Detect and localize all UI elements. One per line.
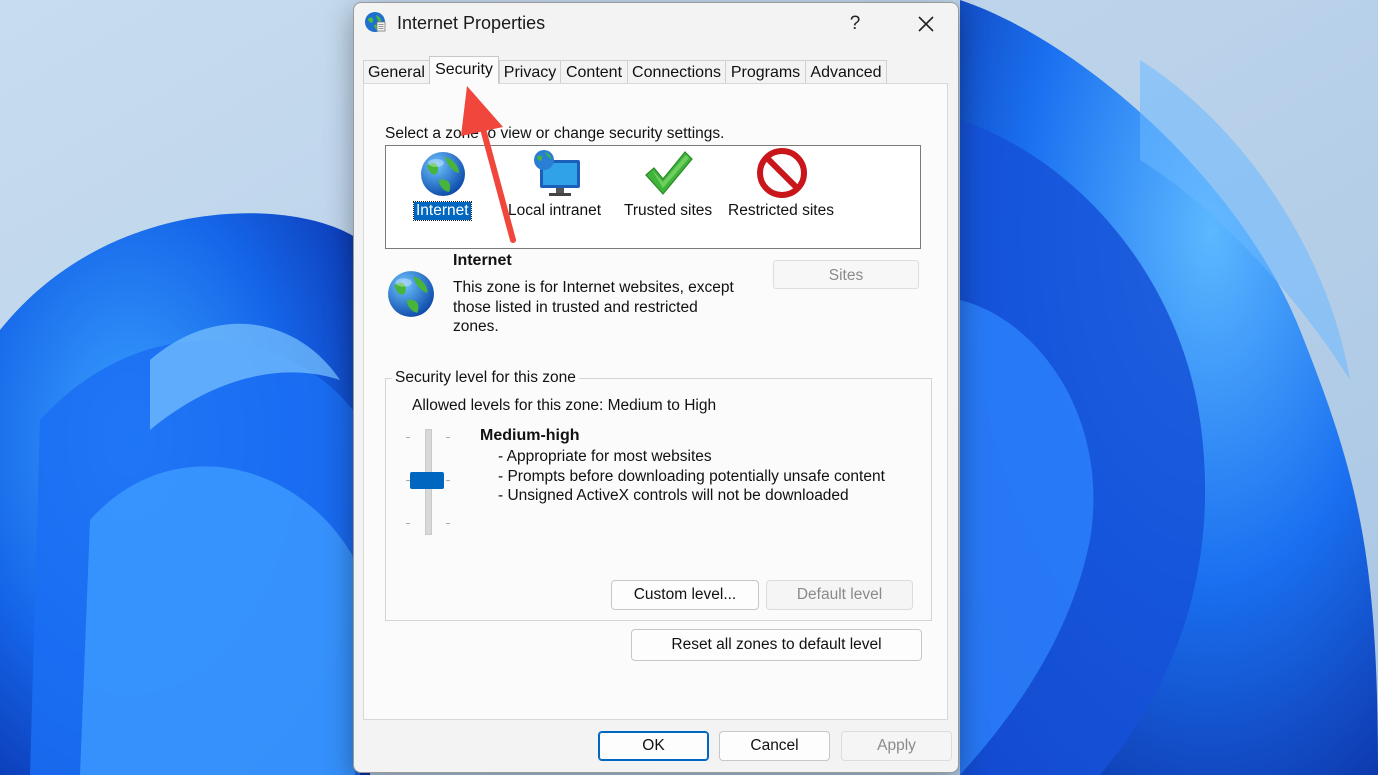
zone-trusted-sites[interactable]: Trusted sites [622,146,717,246]
ok-button[interactable]: OK [598,731,709,761]
allowed-levels-text: Allowed levels for this zone: Medium to … [412,397,717,414]
internet-globe-icon [365,12,386,32]
slider-tick [446,523,450,524]
globe-icon [421,152,465,196]
level-description: - Appropriate for most websites - Prompt… [498,447,885,506]
internet-properties-dialog: Internet Properties ? General Security P… [353,2,959,773]
tab-advanced[interactable]: Advanced [805,60,887,83]
green-check-icon [645,151,693,195]
dialog-title: Internet Properties [397,13,546,33]
reset-all-zones-button[interactable]: Reset all zones to default level [631,629,922,661]
zone-label: Restricted sites [728,202,834,219]
intranet-monitor-icon [534,150,580,196]
apply-button[interactable]: Apply [841,731,952,761]
zone-local-intranet[interactable]: Local intranet [504,146,614,246]
security-tab-panel: Select a zone to view or change security… [363,83,948,720]
tab-connections[interactable]: Connections [627,60,726,83]
zone-restricted-sites[interactable]: Restricted sites [726,146,841,246]
tab-privacy[interactable]: Privacy [499,60,561,83]
help-button[interactable]: ? [837,9,873,39]
tab-content[interactable]: Content [560,60,628,83]
group-title: Security level for this zone [392,369,579,387]
restricted-icon [757,148,807,198]
tab-general[interactable]: General [363,60,430,83]
zone-label: Trusted sites [624,202,713,219]
zone-internet[interactable]: Internet [408,146,478,246]
cancel-button[interactable]: Cancel [719,731,830,761]
level-bullet: - Prompts before downloading potentially… [498,467,885,485]
slider-tick [446,437,450,438]
sites-button[interactable]: Sites [773,260,919,289]
zone-list[interactable]: Internet Local intranet Trusted sites Re… [385,145,921,249]
custom-level-button[interactable]: Custom level... [611,580,759,610]
close-icon [918,16,934,32]
zone-label: Local intranet [508,202,602,219]
zone-description: This zone is for Internet websites, exce… [453,279,734,335]
slider-tick [406,523,410,524]
level-bullet: - Appropriate for most websites [498,448,712,465]
tab-programs[interactable]: Programs [725,60,806,83]
level-name: Medium-high [480,427,580,444]
close-button[interactable] [906,9,946,39]
tab-security[interactable]: Security [429,56,499,84]
zone-heading: Internet [453,252,512,269]
zone-prompt: Select a zone to view or change security… [385,125,725,142]
zone-label: Internet [413,201,472,221]
slider-thumb[interactable] [410,472,444,489]
globe-icon [388,271,434,317]
slider-tick [446,480,450,481]
level-bullet: - Unsigned ActiveX controls will not be … [498,487,849,504]
title-bar[interactable]: Internet Properties ? [354,3,958,47]
default-level-button[interactable]: Default level [766,580,913,610]
slider-tick [406,437,410,438]
